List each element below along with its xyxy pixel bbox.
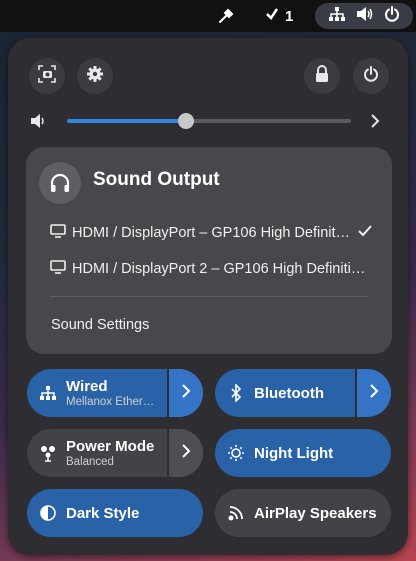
top-bar: 1 — [0, 0, 416, 32]
volume-row — [22, 110, 382, 132]
settings-button[interactable] — [77, 58, 113, 94]
color-picker-icon[interactable] — [216, 6, 236, 26]
night-light-toggle[interactable]: Night Light — [215, 429, 391, 477]
dark-style-toggle-main[interactable]: Dark Style — [27, 489, 203, 537]
notification-count: 1 — [285, 7, 294, 25]
screenshot-button[interactable] — [29, 58, 65, 94]
menu-separator — [50, 296, 368, 297]
bluetooth-toggle-label: Bluetooth — [254, 384, 324, 402]
bluetooth-icon — [227, 384, 245, 402]
power-mode-toggle-label: Power Mode — [66, 438, 155, 455]
headphones-icon — [39, 162, 81, 204]
chevron-right-icon — [181, 443, 191, 464]
output-device-item[interactable]: HDMI / DisplayPort 2 – GP106 High Defini… — [50, 257, 372, 281]
volume-slider-handle[interactable] — [178, 113, 195, 129]
power-icon — [363, 65, 379, 87]
network-wired-icon — [328, 6, 346, 27]
chevron-right-icon — [181, 383, 191, 404]
monitor-icon — [50, 260, 66, 278]
bluetooth-toggle-main[interactable]: Bluetooth — [215, 369, 355, 417]
chevron-right-icon — [369, 383, 379, 404]
system-status-button[interactable] — [315, 3, 413, 29]
power-mode-toggle-subtitle: Balanced — [66, 456, 114, 468]
power-menu-button[interactable] — [353, 58, 389, 94]
volume-icon[interactable] — [30, 113, 48, 134]
volume-slider[interactable] — [67, 113, 351, 129]
speaker-icon — [227, 504, 245, 522]
sound-output-title: Sound Output — [93, 169, 220, 190]
night-light-toggle-main[interactable]: Night Light — [215, 429, 391, 477]
night-light-icon — [227, 444, 245, 462]
output-device-item[interactable]: HDMI / DisplayPort – GP106 High Definiti… — [50, 221, 372, 245]
network-wired-icon — [39, 384, 57, 402]
volume-slider-fill — [67, 119, 187, 123]
power-mode-toggle-main[interactable]: Power Mode Balanced — [27, 429, 167, 477]
dark-style-icon — [39, 504, 57, 522]
bluetooth-toggle[interactable]: Bluetooth — [215, 369, 391, 417]
airplay-speakers-toggle[interactable]: AirPlay Speakers — [215, 489, 391, 537]
sound-output-menu: Sound Output HDMI / DisplayPort – GP106 … — [26, 147, 392, 354]
lock-button[interactable] — [304, 58, 340, 94]
monitor-icon — [50, 224, 66, 242]
wired-toggle[interactable]: Wired Mellanox Ethernet — [27, 369, 203, 417]
check-icon — [358, 225, 372, 241]
power-icon — [384, 5, 400, 27]
screenshot-icon — [38, 64, 56, 88]
power-profile-icon — [39, 444, 57, 462]
check-icon — [265, 7, 279, 25]
lock-icon — [314, 64, 330, 88]
wired-toggle-main[interactable]: Wired Mellanox Ethernet — [27, 369, 167, 417]
chevron-right-icon[interactable] — [370, 113, 380, 134]
airplay-speakers-toggle-label: AirPlay Speakers — [254, 504, 377, 522]
sound-settings-link[interactable]: Sound Settings — [51, 317, 149, 333]
wired-toggle-label: Wired — [66, 378, 108, 395]
wired-toggle-subtitle: Mellanox Ethernet — [66, 396, 158, 408]
power-mode-toggle[interactable]: Power Mode Balanced — [27, 429, 203, 477]
gear-icon — [86, 65, 104, 88]
notification-indicator[interactable]: 1 — [265, 6, 305, 26]
output-device-label: HDMI / DisplayPort 2 – GP106 High Defini… — [72, 261, 372, 277]
dark-style-toggle[interactable]: Dark Style — [27, 489, 203, 537]
dark-style-toggle-label: Dark Style — [66, 504, 140, 522]
output-device-label: HDMI / DisplayPort – GP106 High Definiti… — [72, 225, 352, 241]
airplay-speakers-toggle-main[interactable]: AirPlay Speakers — [215, 489, 391, 537]
night-light-toggle-label: Night Light — [254, 444, 334, 462]
volume-icon — [356, 6, 374, 27]
